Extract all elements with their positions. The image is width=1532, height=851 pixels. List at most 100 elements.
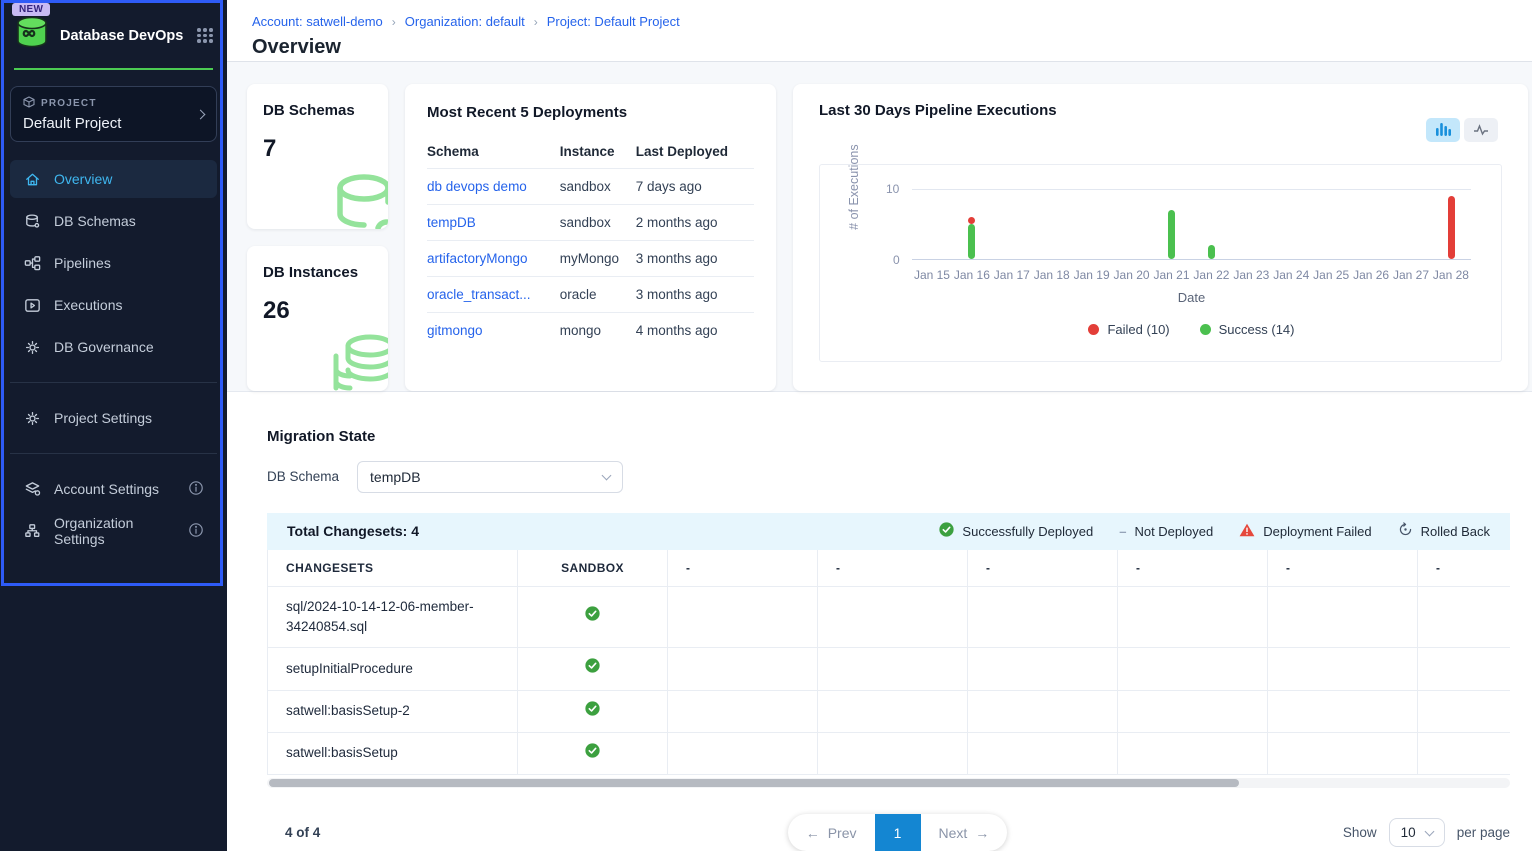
schema-link[interactable]: gitmongo bbox=[427, 323, 483, 338]
db-schemas-card: DB Schemas 7 bbox=[247, 84, 388, 229]
db-schema-select[interactable]: tempDB bbox=[357, 461, 623, 493]
changeset-name: satwell:basisSetup bbox=[268, 732, 518, 774]
database-stack-icon bbox=[328, 330, 388, 391]
chart-y-axis-label: # of Executions bbox=[846, 133, 862, 241]
migration-state-section: Migration State DB Schema tempDB Total C… bbox=[227, 392, 1532, 851]
x-tick-label: Jan 28 bbox=[1431, 268, 1471, 282]
success-check-icon bbox=[585, 661, 600, 676]
sidebar-item-project-settings[interactable]: Project Settings bbox=[10, 399, 217, 437]
status-legend: Successfully Deployed–Not DeployedDeploy… bbox=[939, 522, 1490, 540]
db-schema-selected-value: tempDB bbox=[370, 469, 421, 485]
sidebar-item-executions[interactable]: Executions bbox=[10, 286, 217, 324]
changeset-name: setupInitialProcedure bbox=[268, 648, 518, 690]
x-tick-label: Jan 25 bbox=[1311, 268, 1351, 282]
sidebar-header: NEW Database DevOps bbox=[0, 0, 227, 70]
chevron-down-icon bbox=[1424, 826, 1434, 836]
x-tick-label: Jan 18 bbox=[1032, 268, 1072, 282]
chart-bars-area bbox=[912, 189, 1471, 260]
page-title: Overview bbox=[252, 36, 1532, 59]
chart-type-toggles bbox=[1426, 118, 1498, 142]
rolled-back-icon bbox=[1398, 522, 1413, 540]
db-governance-icon bbox=[23, 338, 42, 357]
schema-link[interactable]: tempDB bbox=[427, 215, 476, 230]
changesets-table-wrap: CHANGESETSSANDBOX------sql/2024-10-14-12… bbox=[267, 550, 1510, 775]
chevron-down-icon bbox=[602, 470, 612, 480]
chart-legend-item[interactable]: Success (14) bbox=[1200, 322, 1295, 337]
home-icon bbox=[23, 170, 42, 189]
app-grid-icon[interactable] bbox=[197, 28, 213, 43]
sidebar-item-pipelines[interactable]: Pipelines bbox=[10, 244, 217, 282]
schema-link[interactable]: db devops demo bbox=[427, 179, 527, 194]
changeset-row: sql/2024-10-14-12-06-member-34240854.sql bbox=[268, 586, 1511, 648]
pipeline-executions-card: Last 30 Days Pipeline Executions bbox=[793, 84, 1528, 391]
deployment-row: artifactoryMongomyMongo3 months ago bbox=[427, 240, 754, 276]
horizontal-scrollbar[interactable] bbox=[267, 778, 1510, 788]
sidebar-divider bbox=[10, 382, 217, 383]
project-selector[interactable]: PROJECT Default Project bbox=[10, 86, 217, 142]
changesets-column-header: - bbox=[1268, 550, 1418, 587]
x-tick-label: Jan 19 bbox=[1072, 268, 1112, 282]
deployment-row: oracle_transact...oracle3 months ago bbox=[427, 276, 754, 312]
changeset-name: sql/2024-10-14-12-06-member-34240854.sql bbox=[268, 586, 518, 648]
status-legend-item: Deployment Failed bbox=[1239, 523, 1371, 540]
chart-legend-item[interactable]: Failed (10) bbox=[1088, 322, 1169, 337]
failed-bar bbox=[968, 217, 975, 224]
y-tick: 10 bbox=[886, 182, 899, 196]
db-schemas-icon bbox=[23, 212, 42, 231]
sidebar-item-db-schemas[interactable]: DB Schemas bbox=[10, 202, 217, 240]
x-tick-label: Jan 16 bbox=[952, 268, 992, 282]
pipelines-icon bbox=[23, 254, 42, 273]
changeset-name: satwell:basisSetup-2 bbox=[268, 690, 518, 732]
chart-title: Last 30 Days Pipeline Executions bbox=[819, 102, 1057, 119]
info-icon[interactable] bbox=[188, 522, 204, 541]
page-size-select[interactable]: 10 bbox=[1389, 818, 1445, 847]
sidebar-item-db-governance[interactable]: DB Governance bbox=[10, 328, 217, 366]
total-changesets-bar: Total Changesets: 4 Successfully Deploye… bbox=[267, 513, 1510, 550]
breadcrumb-separator: › bbox=[525, 15, 547, 29]
x-tick-label: Jan 26 bbox=[1351, 268, 1391, 282]
sidebar-item-organization-settings[interactable]: Organization Settings bbox=[10, 512, 217, 550]
status-legend-item: Rolled Back bbox=[1398, 522, 1490, 540]
schema-link[interactable]: artifactoryMongo bbox=[427, 251, 528, 266]
status-legend-item: –Not Deployed bbox=[1119, 524, 1213, 539]
sidebar: NEW Database DevOps bbox=[0, 0, 227, 851]
breadcrumb-link[interactable]: Organization: default bbox=[405, 14, 525, 29]
success-bar bbox=[1208, 245, 1215, 259]
legend-dot-icon bbox=[1088, 324, 1099, 335]
deployments-title: Most Recent 5 Deployments bbox=[427, 104, 754, 121]
schema-link[interactable]: oracle_transact... bbox=[427, 287, 531, 302]
success-check-icon bbox=[585, 746, 600, 761]
breadcrumb-link[interactable]: Account: satwell-demo bbox=[252, 14, 383, 29]
arrow-left-icon: ← bbox=[806, 825, 820, 841]
x-tick-label: Jan 23 bbox=[1231, 268, 1271, 282]
deployment-row: db devops demosandbox7 days ago bbox=[427, 168, 754, 204]
show-label: Show bbox=[1343, 825, 1377, 840]
y-tick: 0 bbox=[893, 253, 900, 267]
next-page-button[interactable]: Next → bbox=[921, 814, 1008, 851]
sidebar-item-overview[interactable]: Overview bbox=[10, 160, 217, 198]
info-icon[interactable] bbox=[188, 480, 204, 499]
sidebar-nav-account: Account Settings Organization Settings bbox=[0, 470, 227, 550]
gear-icon bbox=[23, 409, 42, 428]
database-icon bbox=[330, 170, 388, 229]
prev-page-button[interactable]: ← Prev bbox=[788, 814, 875, 851]
x-tick-label: Jan 15 bbox=[912, 268, 952, 282]
scrollbar-thumb[interactable] bbox=[269, 779, 1239, 787]
x-tick-label: Jan 22 bbox=[1191, 268, 1231, 282]
success-check-icon bbox=[585, 609, 600, 624]
changeset-row: setupInitialProcedure bbox=[268, 648, 1511, 690]
page-1-button[interactable]: 1 bbox=[875, 814, 921, 851]
app-title: Database DevOps bbox=[60, 28, 187, 44]
new-badge: NEW bbox=[12, 3, 50, 16]
sidebar-divider bbox=[10, 453, 217, 454]
success-check-icon bbox=[939, 522, 954, 540]
page-size-value: 10 bbox=[1401, 825, 1416, 840]
bar-chart-toggle[interactable] bbox=[1426, 118, 1460, 142]
breadcrumb-link[interactable]: Project: Default Project bbox=[547, 14, 680, 29]
success-bar bbox=[1168, 210, 1175, 259]
gridline bbox=[912, 189, 1471, 190]
line-chart-toggle[interactable] bbox=[1464, 118, 1498, 142]
db-schema-label: DB Schema bbox=[267, 469, 339, 484]
deployment-row: gitmongomongo4 months ago bbox=[427, 312, 754, 348]
sidebar-item-account-settings[interactable]: Account Settings bbox=[10, 470, 217, 508]
